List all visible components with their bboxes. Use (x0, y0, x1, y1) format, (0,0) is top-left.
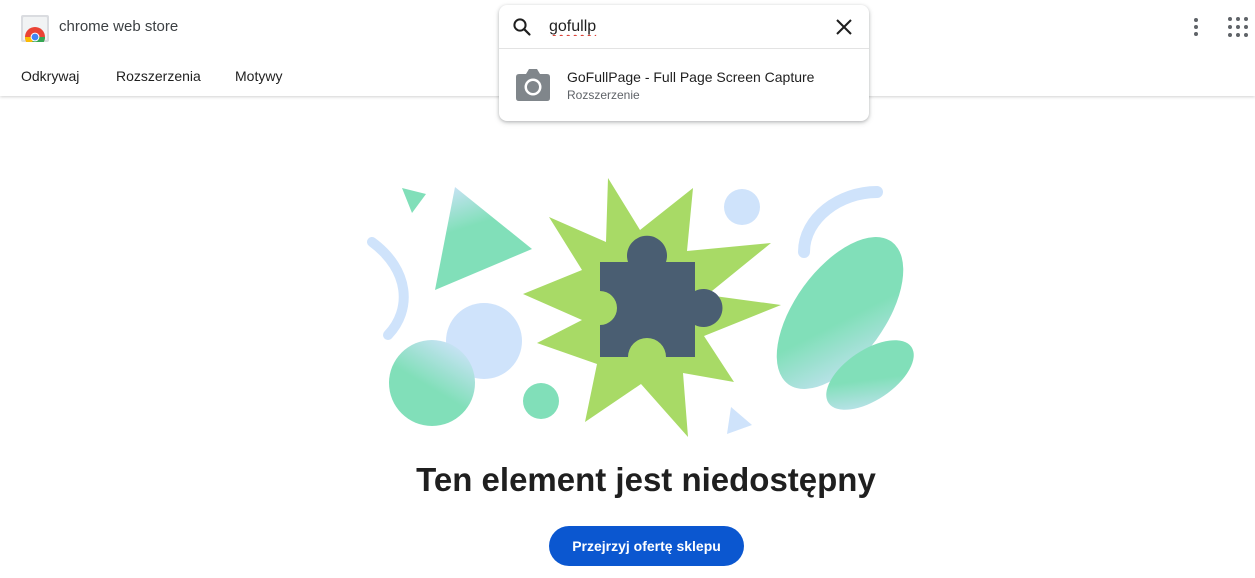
suggestion-type: Rozszerzenie (567, 88, 640, 102)
search-suggestion[interactable]: GoFullPage - Full Page Screen Capture Ro… (499, 55, 869, 111)
chrome-web-store-logo[interactable] (21, 15, 49, 42)
search-panel: GoFullPage - Full Page Screen Capture Ro… (499, 5, 869, 121)
apps-grid-icon[interactable] (1226, 15, 1250, 39)
gradient-circle-shape (389, 340, 475, 426)
page-title: Ten element jest niedostępny (416, 461, 876, 498)
search-bar (499, 5, 869, 49)
close-icon[interactable] (834, 17, 854, 37)
camera-icon (516, 69, 550, 101)
nav-item-discover[interactable]: Odkrywaj (21, 68, 79, 84)
small-triangle-shape (402, 188, 426, 213)
more-vert-icon[interactable] (1184, 15, 1208, 39)
suggestion-title: GoFullPage - Full Page Screen Capture (567, 69, 815, 85)
large-triangle-shape (435, 187, 532, 290)
puzzle-piece-illustration (367, 178, 914, 437)
nav-item-themes[interactable]: Motywy (235, 68, 282, 84)
small-blue-triangle-shape (727, 407, 752, 434)
search-icon[interactable] (512, 17, 532, 37)
search-input[interactable] (549, 15, 819, 39)
browse-store-button[interactable]: Przejrzyj ofertę sklepu (549, 526, 744, 566)
nav-item-extensions[interactable]: Rozszerzenia (116, 68, 201, 84)
small-mint-circle-shape (523, 383, 559, 419)
top-blue-dot-shape (724, 189, 760, 225)
brand-title[interactable]: chrome web store (59, 18, 178, 35)
left-arc-shape (367, 237, 409, 340)
